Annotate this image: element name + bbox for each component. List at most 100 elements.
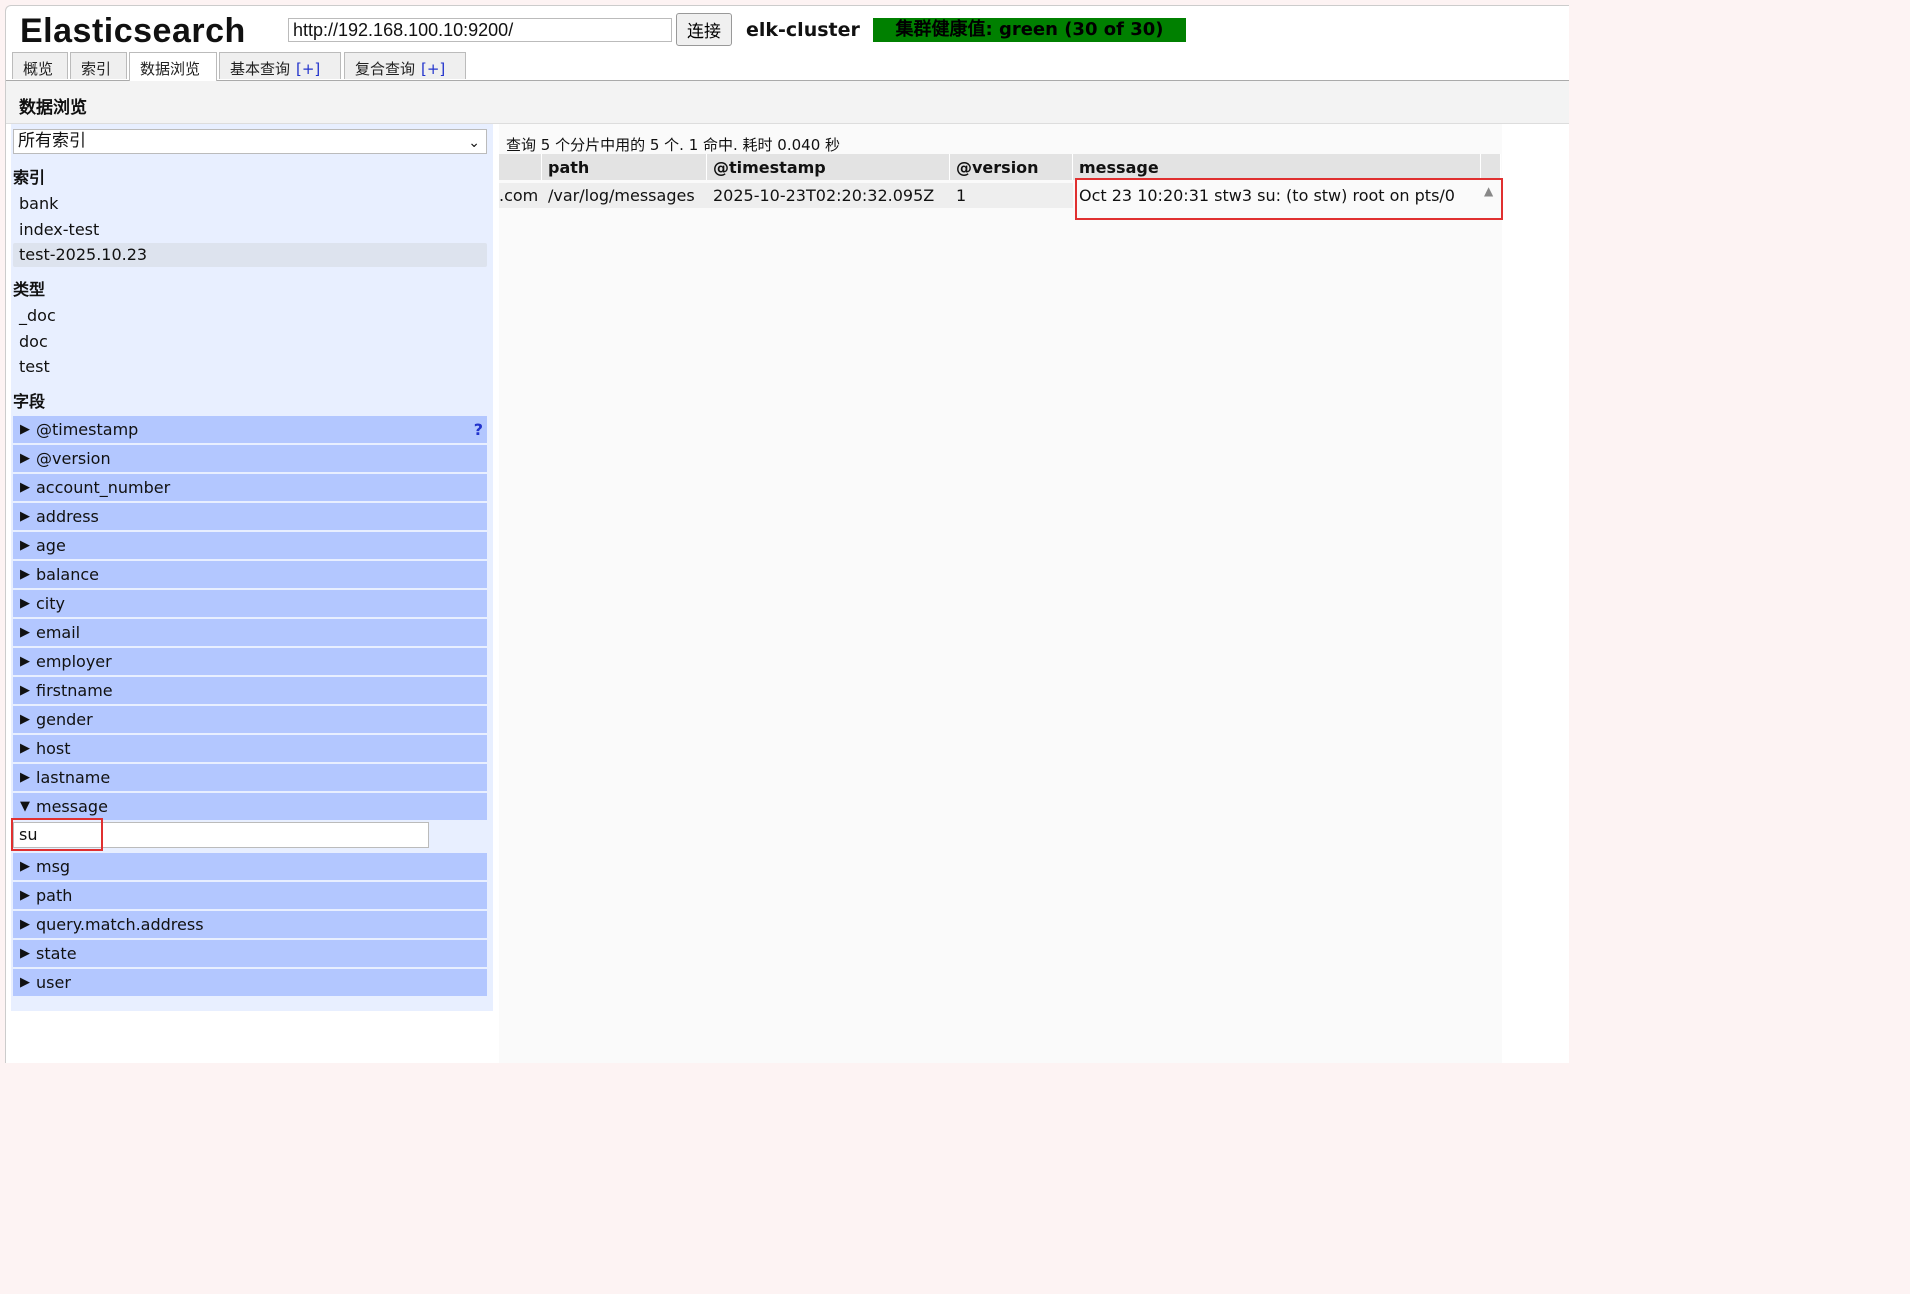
- cluster-health-badge: 集群健康值: green (30 of 30): [873, 18, 1186, 42]
- expand-triangle-icon: ▶: [20, 888, 30, 903]
- field-row[interactable]: ▶ msg: [13, 853, 487, 880]
- tab-label: 基本查询: [230, 60, 291, 78]
- index-item-selected[interactable]: test-2025.10.23: [13, 243, 487, 267]
- expand-triangle-icon: ▶: [20, 975, 30, 990]
- expand-triangle-icon: ▶: [20, 770, 30, 785]
- field-label: @version: [36, 449, 111, 468]
- tab-browser[interactable]: 数据浏览: [129, 52, 217, 81]
- tab-compound-query[interactable]: 复合查询 [+]: [344, 52, 466, 79]
- tab-overview[interactable]: 概览: [12, 52, 68, 79]
- field-label: email: [36, 623, 81, 642]
- field-row[interactable]: ▶ employer: [13, 648, 487, 675]
- section-title: 数据浏览: [19, 98, 87, 118]
- field-row[interactable]: ▶ firstname: [13, 677, 487, 704]
- field-label: balance: [36, 565, 99, 584]
- app-window: Elasticsearch 连接 elk-cluster 集群健康值: gree…: [5, 5, 1569, 1063]
- help-icon[interactable]: ?: [474, 416, 483, 444]
- browser-sidebar: 所有索引 ⌄ 索引 bank index-test test-2025.10.2…: [11, 124, 493, 1011]
- highlight-box: [11, 818, 103, 851]
- results-panel: 查询 5 个分片中用的 5 个. 1 命中. 耗时 0.040 秒 path @…: [499, 124, 1503, 1063]
- expand-triangle-icon: ▶: [20, 509, 30, 524]
- tab-label: 索引: [81, 60, 112, 78]
- column-header[interactable]: @timestamp: [707, 154, 950, 180]
- field-row[interactable]: ▶ account_number: [13, 474, 487, 501]
- expand-triangle-icon: ▶: [20, 451, 30, 466]
- expand-triangle-icon: ▶: [20, 946, 30, 961]
- index-item[interactable]: bank: [13, 192, 487, 216]
- field-row[interactable]: ▶ @timestamp?: [13, 416, 487, 443]
- column-header[interactable]: [499, 154, 542, 180]
- field-row[interactable]: ▶ age: [13, 532, 487, 559]
- indices-heading: 索引: [13, 168, 46, 187]
- table-cell[interactable]: 1: [950, 183, 1073, 208]
- highlight-box: [1075, 178, 1503, 220]
- field-row[interactable]: ▶ state: [13, 940, 487, 967]
- field-label: age: [36, 536, 66, 555]
- sort-up-icon[interactable]: ▲: [1484, 184, 1493, 198]
- field-label: msg: [36, 857, 71, 876]
- field-row[interactable]: ▶ host: [13, 735, 487, 762]
- expand-triangle-icon: ▶: [20, 538, 30, 553]
- field-row[interactable]: ▶ lastname: [13, 764, 487, 791]
- field-label: state: [36, 944, 77, 963]
- field-label: employer: [36, 652, 112, 671]
- expand-triangle-icon: ▶: [20, 625, 30, 640]
- field-row[interactable]: ▶ gender: [13, 706, 487, 733]
- field-label: query.match.address: [36, 915, 204, 934]
- field-label: user: [36, 973, 71, 992]
- field-label: message: [36, 797, 108, 816]
- expand-triangle-icon: ▶: [20, 712, 30, 727]
- table-cell[interactable]: .com: [499, 183, 542, 208]
- column-header[interactable]: @version: [950, 154, 1073, 180]
- expand-triangle-icon: ▶: [20, 596, 30, 611]
- expand-triangle-icon: ▶: [20, 859, 30, 874]
- tab-label: 数据浏览: [140, 60, 201, 78]
- index-select[interactable]: 所有索引 ⌄: [13, 129, 487, 154]
- expand-triangle-icon: ▶: [20, 567, 30, 582]
- field-label: account_number: [36, 478, 171, 497]
- tab-label: 复合查询: [355, 60, 416, 78]
- field-row[interactable]: ▶ path: [13, 882, 487, 909]
- collapse-triangle-icon: ▼: [20, 799, 30, 814]
- field-label: city: [36, 594, 65, 613]
- field-label: @timestamp: [36, 420, 139, 439]
- tab-label: 概览: [23, 60, 54, 78]
- tab-basic-query[interactable]: 基本查询 [+]: [219, 52, 341, 79]
- expand-triangle-icon: ▶: [20, 741, 30, 756]
- index-item[interactable]: index-test: [13, 218, 487, 242]
- type-item[interactable]: doc: [13, 330, 487, 354]
- field-row[interactable]: ▶ balance: [13, 561, 487, 588]
- index-select-value: 所有索引: [18, 131, 86, 151]
- table-cell[interactable]: 2025-10-23T02:20:32.095Z: [707, 183, 950, 208]
- field-row[interactable]: ▶ @version: [13, 445, 487, 472]
- column-header[interactable]: path: [542, 154, 707, 180]
- field-label: lastname: [36, 768, 111, 787]
- expand-triangle-icon: ▶: [20, 917, 30, 932]
- cluster-name: elk-cluster: [746, 19, 860, 41]
- add-query-link[interactable]: [+]: [421, 60, 445, 78]
- field-label: path: [36, 886, 73, 905]
- table-cell[interactable]: /var/log/messages: [542, 183, 707, 208]
- field-row[interactable]: ▶ address: [13, 503, 487, 530]
- connect-button[interactable]: 连接: [676, 13, 732, 46]
- field-row-expanded[interactable]: ▼ message: [13, 793, 487, 820]
- expand-triangle-icon: ▶: [20, 654, 30, 669]
- type-item[interactable]: test: [13, 355, 487, 379]
- field-row[interactable]: ▶ city: [13, 590, 487, 617]
- field-label: gender: [36, 710, 93, 729]
- cluster-url-input[interactable]: [288, 18, 672, 42]
- field-label: host: [36, 739, 71, 758]
- expand-triangle-icon: ▶: [20, 683, 30, 698]
- add-query-link[interactable]: [+]: [296, 60, 320, 78]
- field-row[interactable]: ▶ email: [13, 619, 487, 646]
- column-header: [1481, 154, 1501, 180]
- type-item[interactable]: _doc: [13, 304, 487, 328]
- app-title: Elasticsearch: [20, 12, 246, 50]
- field-label: address: [36, 507, 99, 526]
- field-row[interactable]: ▶ query.match.address: [13, 911, 487, 938]
- tab-indices[interactable]: 索引: [70, 52, 127, 79]
- chevron-down-icon: ⌄: [468, 135, 480, 151]
- column-header[interactable]: message: [1073, 154, 1481, 180]
- field-row[interactable]: ▶ user: [13, 969, 487, 996]
- fields-heading: 字段: [13, 392, 46, 411]
